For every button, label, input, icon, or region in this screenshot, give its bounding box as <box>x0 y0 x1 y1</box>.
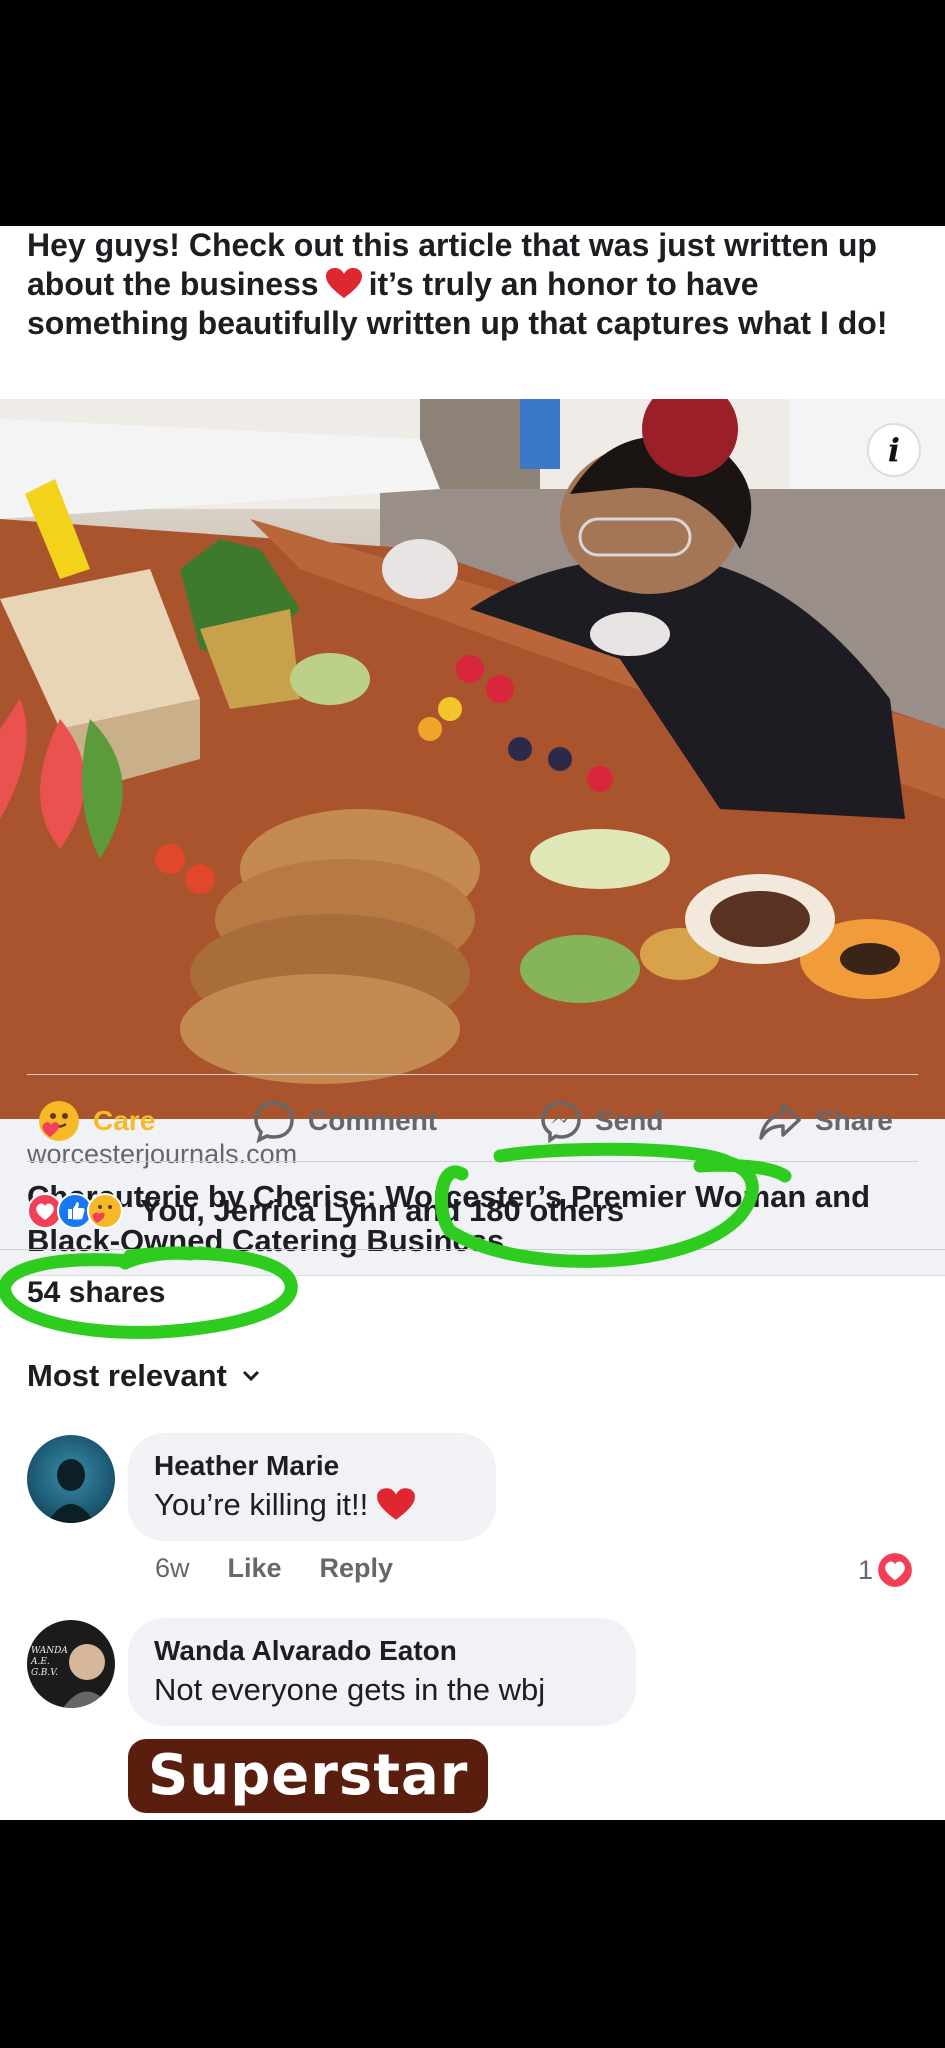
reactions-text: You, Jerrica Lynn and 180 others <box>140 1193 625 1228</box>
bottom-black-bar <box>0 1820 945 2048</box>
top-black-bar <box>0 0 945 226</box>
red-heart-icon <box>325 267 363 299</box>
comment-author[interactable]: Heather Marie <box>154 1449 470 1483</box>
comment-author[interactable]: Wanda Alvarado Eaton <box>154 1634 610 1668</box>
post-actions: Care Comment Send Share <box>27 1081 918 1161</box>
divider <box>27 1161 918 1162</box>
comment-text: Not everyone gets in the wbj <box>154 1672 546 1707</box>
superstar-sticker: Superstar <box>128 1739 489 1813</box>
reactions-summary[interactable]: You, Jerrica Lynn and 180 others <box>27 1186 624 1236</box>
comment-actions: 6w Like Reply <box>155 1553 431 1584</box>
share-icon <box>759 1103 801 1140</box>
reaction-icons <box>27 1191 132 1231</box>
send-button[interactable]: Send <box>539 1099 663 1143</box>
comment-sort-dropdown[interactable]: Most relevant <box>27 1358 261 1394</box>
avatar[interactable]: WANDA A.E. G.B.V. <box>27 1620 115 1708</box>
article-photo[interactable]: i <box>0 399 945 1119</box>
care-reaction-icon <box>87 1193 123 1229</box>
comment-icon <box>254 1101 294 1143</box>
comment-button[interactable]: Comment <box>252 1099 437 1143</box>
avatar-caption: WANDA A.E. G.B.V. <box>31 1646 68 1678</box>
share-button[interactable]: Share <box>757 1099 893 1143</box>
shares-count[interactable]: 54 shares <box>27 1276 165 1310</box>
chevron-down-icon <box>242 1370 259 1382</box>
comment-time: 6w <box>155 1553 190 1583</box>
love-reaction-icon <box>878 1553 912 1587</box>
care-reaction-icon <box>39 1101 79 1141</box>
post-text: Hey guys! Check out this article that wa… <box>27 227 888 341</box>
red-heart-icon <box>376 1487 416 1521</box>
comment-text: You’re killing it!! <box>154 1485 470 1525</box>
divider <box>0 1249 945 1250</box>
info-icon[interactable]: i <box>867 423 921 477</box>
avatar[interactable] <box>27 1435 115 1523</box>
reply-button[interactable]: Reply <box>320 1553 394 1584</box>
facebook-post: Hey guys! Check out this article that wa… <box>0 226 945 1820</box>
like-comment-button[interactable]: Like <box>228 1553 282 1584</box>
comment-bubble: Heather Marie You’re killing it!! <box>128 1433 496 1541</box>
care-button[interactable]: Care <box>37 1099 155 1143</box>
messenger-icon <box>541 1101 581 1143</box>
comment-reaction-count[interactable]: 1 <box>858 1552 913 1588</box>
comment-bubble: Wanda Alvarado Eaton Not everyone gets i… <box>128 1618 636 1726</box>
divider <box>27 1074 918 1075</box>
